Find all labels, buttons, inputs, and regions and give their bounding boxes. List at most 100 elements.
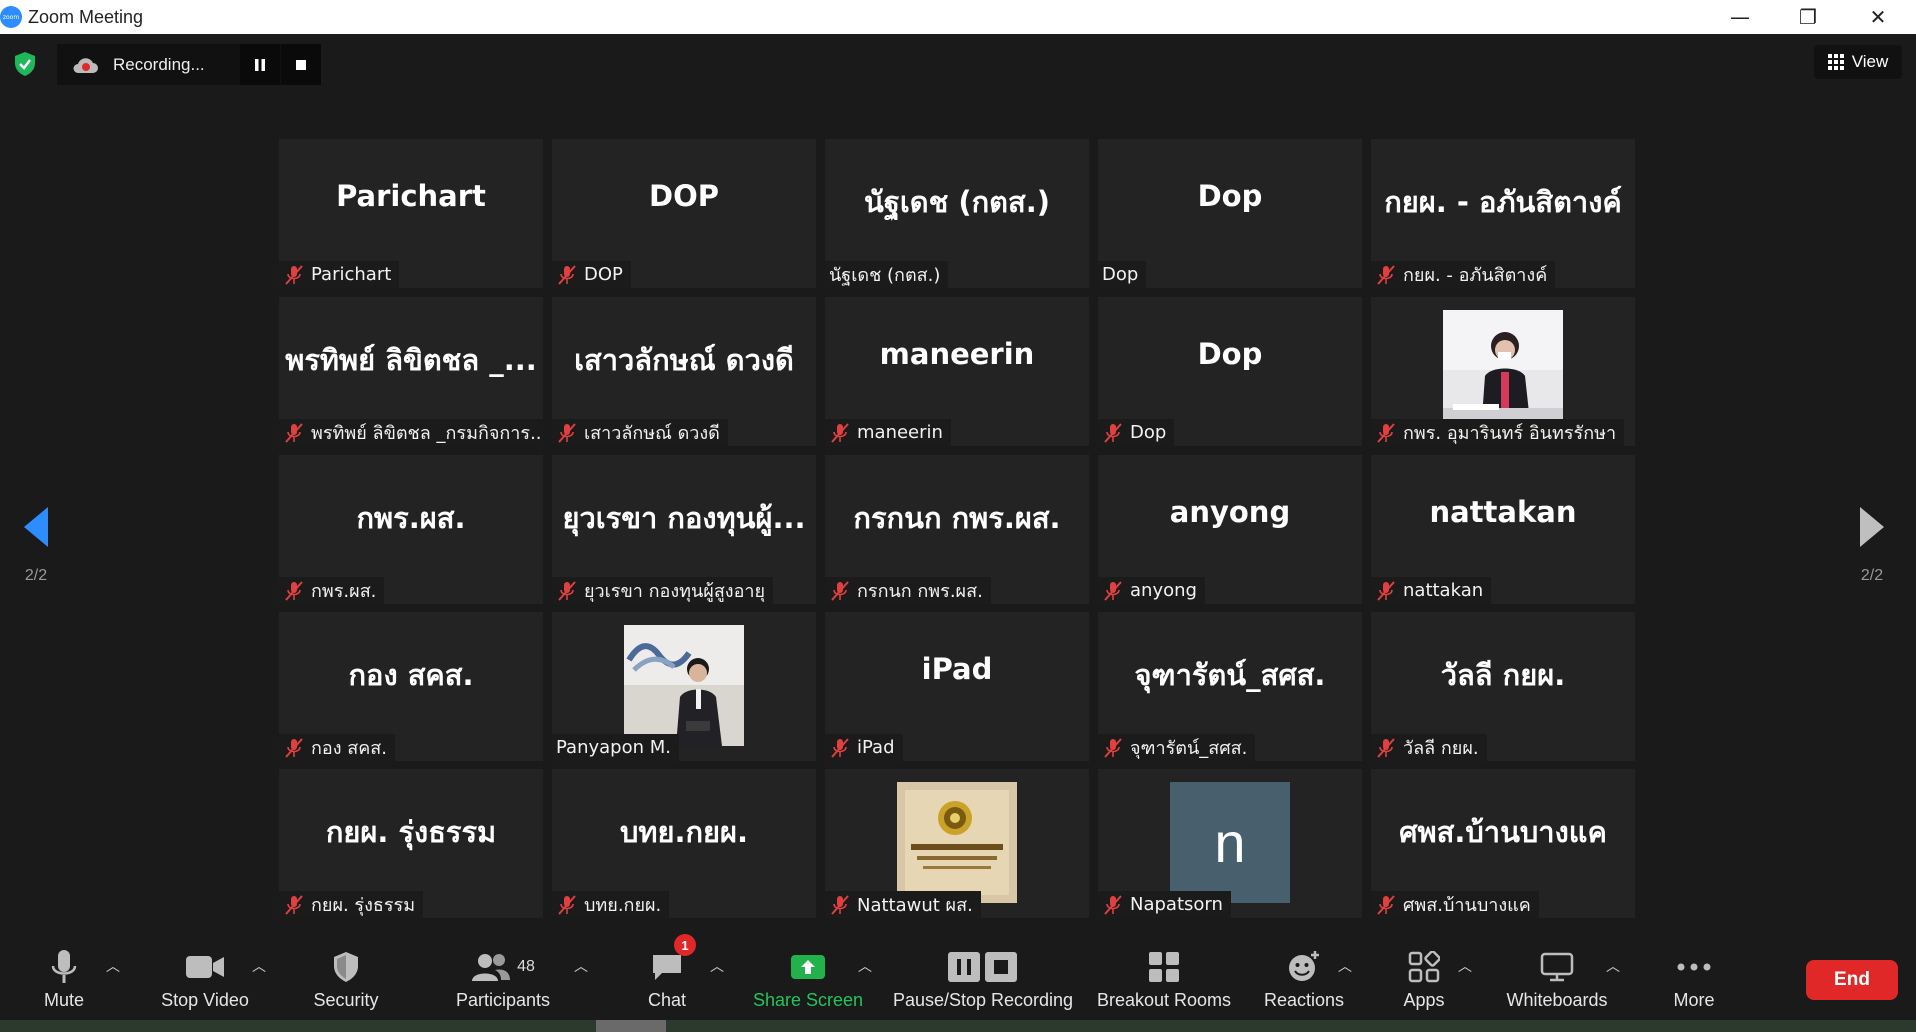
participant-tile[interactable]: จุฑารัตน์_สศส. จุฑารัตน์_สศส. [1098, 612, 1362, 761]
participant-name-label: Parichart [279, 261, 400, 288]
participant-tile[interactable]: Dop Dop [1098, 139, 1362, 288]
minimize-button[interactable]: — [1712, 0, 1768, 34]
chat-button[interactable]: 1 Chat [632, 934, 702, 1024]
participant-name-label: Dop [1098, 419, 1175, 446]
participant-tile[interactable]: นัฐเดช (กตส.) นัฐเดช (กตส.) [825, 139, 1089, 288]
participant-name-text: anyong [1130, 580, 1197, 601]
participant-name-text: กพร.ผส. [311, 581, 377, 602]
share-screen-icon [791, 955, 825, 979]
participant-name-text: ยุวเรขา กองทุนผู้สูงอายุ [584, 581, 766, 602]
participant-name-label: Dop [1098, 261, 1147, 288]
participant-name-text: Dop [1130, 422, 1167, 443]
participant-name-text: จุฑารัตน์_สศส. [1130, 738, 1248, 759]
participant-tile[interactable]: กยผ. - อภันสิตางค์ กยผ. - อภันสิตางค์ [1371, 139, 1635, 288]
participant-tile[interactable]: บทย.กยผ. บทย.กยผ. [552, 769, 816, 918]
breakout-rooms-button[interactable]: Breakout Rooms [1094, 934, 1234, 1024]
participant-name-text: กยผ. - อภันสิตางค์ [1403, 265, 1548, 286]
participant-tile[interactable]: ศพส.บ้านบางแค ศพส.บ้านบางแค [1371, 769, 1635, 918]
close-button[interactable]: ✕ [1850, 0, 1906, 34]
page-indicator-left: 2/2 [24, 567, 48, 584]
share-options-caret[interactable]: ︿ [858, 956, 872, 976]
muted-mic-icon [831, 737, 849, 758]
participant-tile[interactable]: Dop Dop [1098, 297, 1362, 446]
participant-name-label: พรทิพย์ ลิขิตชล _กรมกิจการ... [279, 419, 543, 446]
security-button[interactable]: Security [306, 934, 386, 1024]
participant-tile[interactable]: พรทิพย์ ลิขิตชล _... พรทิพย์ ลิขิตชล _กรม… [279, 297, 543, 446]
whiteboards-options-caret[interactable]: ︿ [1606, 956, 1620, 976]
participant-name-label: ศพส.บ้านบางแค [1371, 891, 1539, 918]
participant-name-label: ยุวเรขา กองทุนผู้สูงอายุ [552, 577, 774, 604]
participant-tile[interactable]: Parichart Parichart [279, 139, 543, 288]
chat-options-caret[interactable]: ︿ [710, 956, 724, 976]
participant-tile[interactable]: nattakan nattakan [1371, 455, 1635, 604]
horizontal-scroll-thumb[interactable] [596, 1020, 666, 1032]
participant-tile[interactable]: ยุวเรขา กองทุนผู้... ยุวเรขา กองทุนผู้สูง… [552, 455, 816, 604]
participants-options-caret[interactable]: ︿ [574, 956, 588, 976]
whiteboards-button[interactable]: Whiteboards [1502, 934, 1612, 1024]
apps-icon [1408, 951, 1440, 983]
reactions-button[interactable]: Reactions [1258, 934, 1350, 1024]
share-screen-button[interactable]: Share Screen [750, 934, 866, 1024]
participant-display-name: ยุวเรขา กองทุนผู้... [562, 501, 806, 535]
participant-name-label: DOP [552, 261, 631, 288]
participant-name-text: DOP [584, 264, 623, 285]
whiteboards-label: Whiteboards [1506, 990, 1608, 1010]
participant-tile[interactable]: maneerin maneerin [825, 297, 1089, 446]
end-meeting-button[interactable]: End [1806, 960, 1898, 1000]
video-options-caret[interactable]: ︿ [252, 956, 266, 976]
breakout-rooms-icon [1149, 952, 1179, 982]
participant-name-label: กยผ. รุ่งธรรม [279, 891, 424, 918]
chat-bubble-icon [653, 955, 681, 980]
participant-name-text: กอง สคส. [311, 738, 387, 759]
encryption-shield-icon[interactable] [12, 51, 38, 77]
muted-mic-icon [1104, 737, 1122, 758]
participant-name-text: นัฐเดช (กตส.) [829, 265, 941, 286]
apps-options-caret[interactable]: ︿ [1458, 956, 1472, 976]
view-button[interactable]: View [1814, 45, 1902, 79]
participant-tile[interactable]: anyong anyong [1098, 455, 1362, 604]
minimize-icon: — [1730, 5, 1750, 29]
participant-display-name: จุฑารัตน์_สศส. [1134, 658, 1326, 692]
participants-button[interactable]: 48 Participants [450, 934, 556, 1024]
restore-icon: ❐ [1799, 5, 1817, 29]
muted-mic-icon [285, 264, 303, 285]
participant-tile[interactable]: DOP DOP [552, 139, 816, 288]
mute-button[interactable]: Mute [34, 934, 94, 1024]
participant-tile[interactable]: กพร. อุมารินทร์ อินทรรักษา [1371, 297, 1635, 446]
participant-name-label: nattakan [1371, 577, 1492, 604]
participant-tile[interactable]: iPad iPad [825, 612, 1089, 761]
participant-tile[interactable]: วัลลี กยผ. วัลลี กยผ. [1371, 612, 1635, 761]
participant-display-name: Parichart [336, 179, 486, 213]
view-button-label: View [1851, 52, 1889, 71]
participant-tile[interactable]: เสาวลักษณ์ ดวงดี เสาวลักษณ์ ดวงดี [552, 297, 816, 446]
stop-recording-button[interactable] [281, 44, 321, 85]
participant-tile[interactable]: n Napatsorn [1098, 769, 1362, 918]
participant-name-label: กรกนก กพร.ผส. [825, 577, 991, 604]
participant-tile[interactable]: กรกนก กพร.ผส. กรกนก กพร.ผส. [825, 455, 1089, 604]
participant-name-text: เสาวลักษณ์ ดวงดี [584, 423, 720, 444]
participant-tile[interactable]: Nattawut ผส. [825, 769, 1089, 918]
previous-page-nav[interactable]: 2/2 [20, 505, 52, 585]
apps-button[interactable]: Apps [1398, 934, 1450, 1024]
muted-mic-icon [1377, 580, 1395, 601]
page-indicator-right: 2/2 [1860, 567, 1884, 584]
participant-tile[interactable]: Panyapon M. [552, 612, 816, 761]
pause-recording-button[interactable] [240, 44, 280, 85]
participant-display-name: กรกนก กพร.ผส. [853, 501, 1061, 535]
participant-tile[interactable]: กพร.ผส. กพร.ผส. [279, 455, 543, 604]
participant-name-label: วัลลี กยผ. [1371, 734, 1487, 761]
more-button[interactable]: More [1664, 934, 1724, 1024]
pause-stop-recording-button[interactable]: Pause/Stop Recording [890, 934, 1076, 1024]
participants-label: Participants [455, 990, 551, 1010]
audio-options-caret[interactable]: ︿ [106, 956, 120, 976]
stop-video-button[interactable]: Stop Video [150, 934, 260, 1024]
pause-icon [255, 58, 265, 71]
participant-tile[interactable]: กอง สคส. กอง สคส. [279, 612, 543, 761]
muted-mic-icon [558, 422, 576, 443]
reactions-options-caret[interactable]: ︿ [1338, 956, 1352, 976]
participant-tile[interactable]: กยผ. รุ่งธรรม กยผ. รุ่งธรรม [279, 769, 543, 918]
breakout-rooms-label: Breakout Rooms [1096, 990, 1232, 1010]
restore-button[interactable]: ❐ [1780, 0, 1836, 34]
next-page-nav[interactable]: 2/2 [1856, 505, 1888, 585]
muted-mic-icon [1104, 894, 1122, 915]
